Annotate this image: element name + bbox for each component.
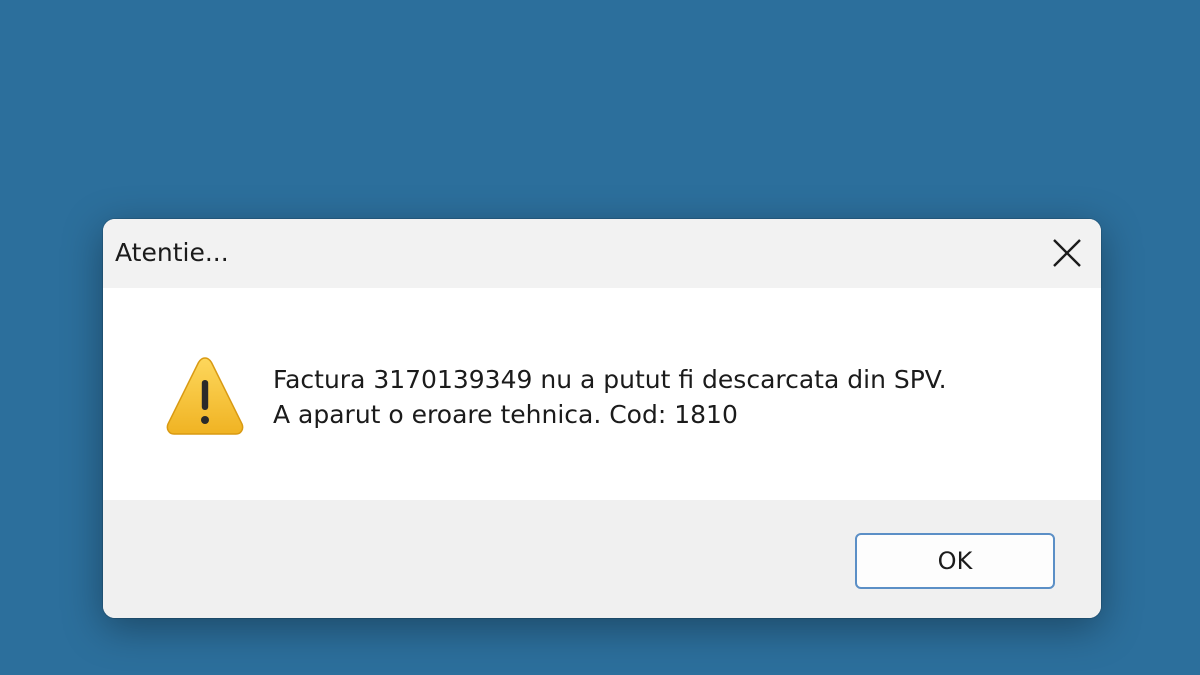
- dialog-footer: OK: [103, 500, 1101, 618]
- close-button[interactable]: [1041, 227, 1093, 279]
- ok-button[interactable]: OK: [855, 533, 1055, 589]
- dialog-content: Factura 3170139349 nu a putut fi descarc…: [103, 288, 1101, 500]
- dialog-titlebar: Atentie...: [103, 219, 1101, 288]
- error-dialog: Atentie... Factura 3170139349 nu a putut…: [103, 219, 1101, 618]
- message-line-1: Factura 3170139349 nu a putut fi descarc…: [273, 365, 947, 394]
- error-message: Factura 3170139349 nu a putut fi descarc…: [273, 362, 947, 432]
- dialog-title: Atentie...: [115, 238, 229, 267]
- message-line-2: A aparut o eroare tehnica. Cod: 1810: [273, 400, 738, 429]
- close-icon: [1053, 239, 1081, 267]
- warning-icon: [166, 357, 244, 435]
